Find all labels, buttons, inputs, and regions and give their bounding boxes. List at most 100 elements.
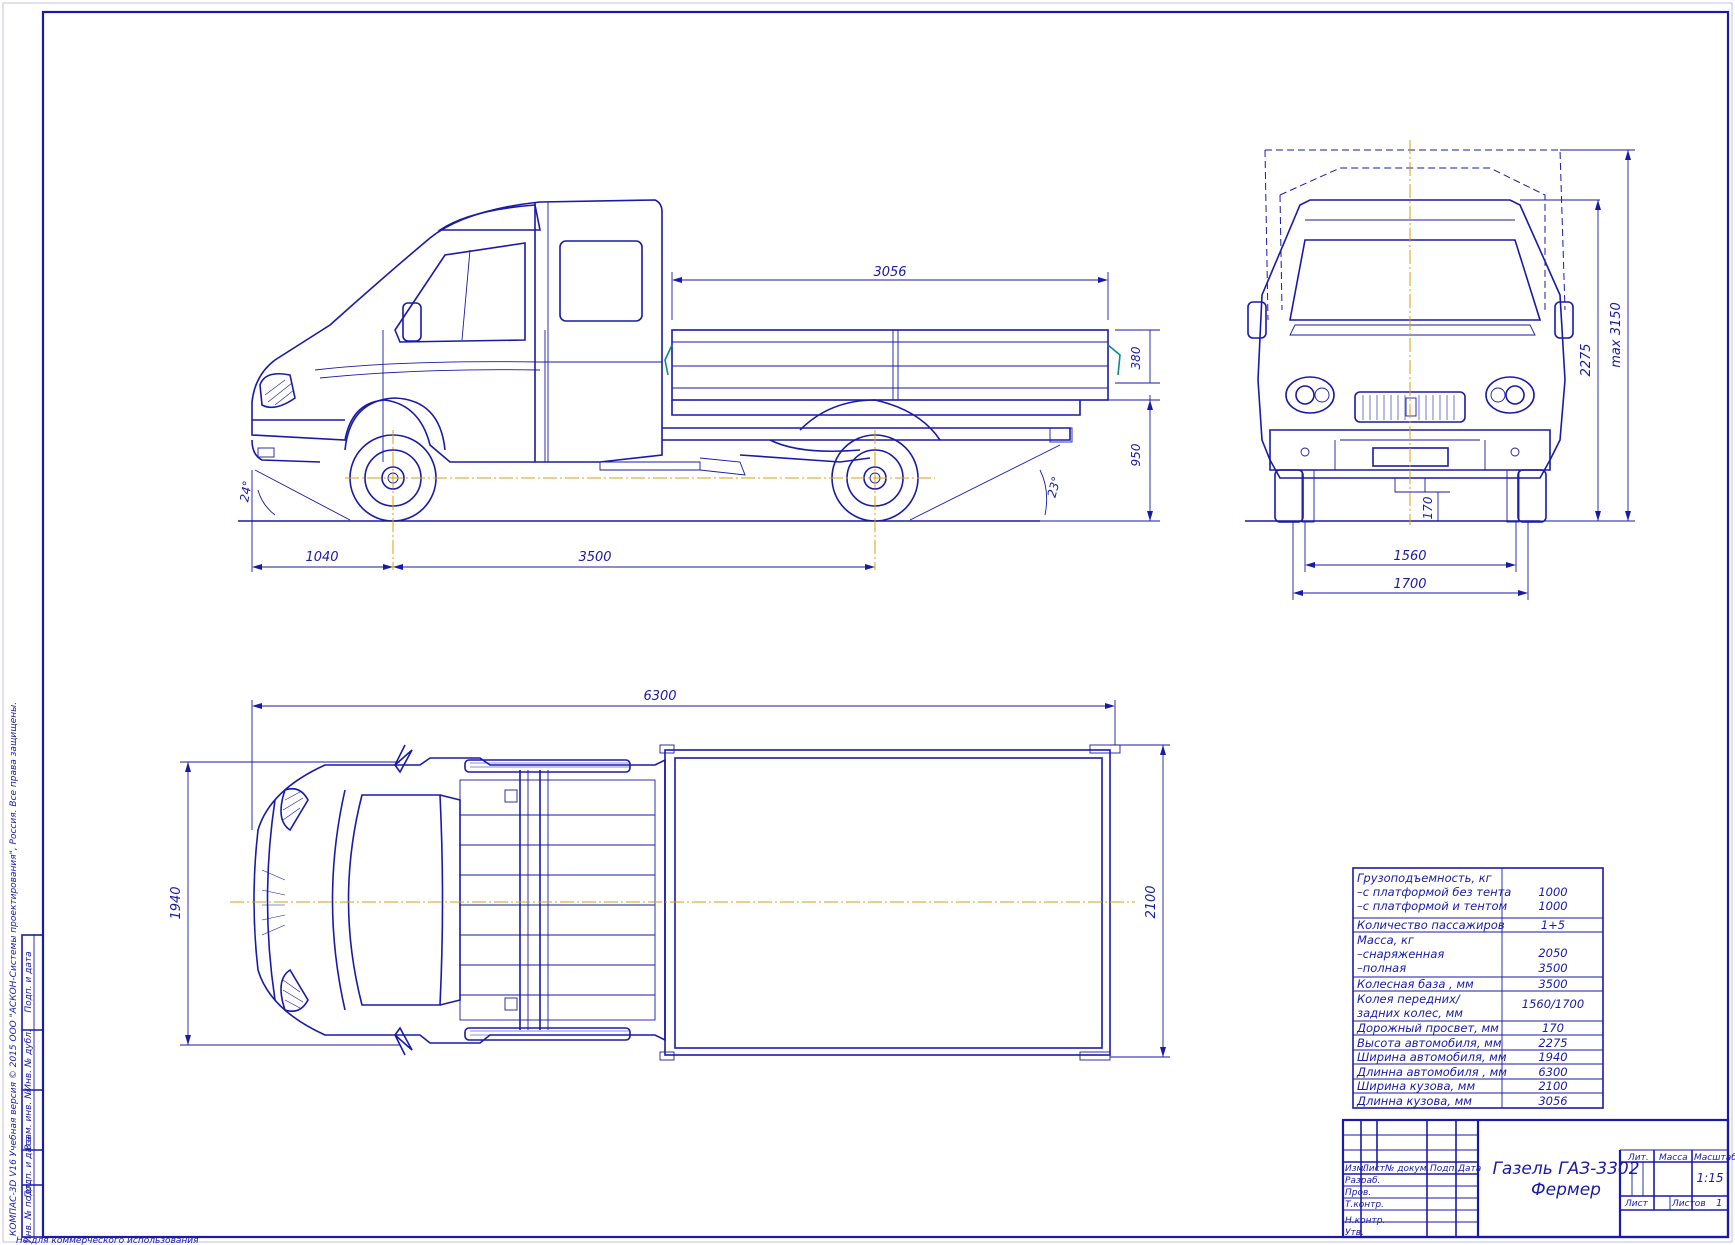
- spec-row-14-label: Ширина кузова, мм: [1357, 1079, 1475, 1093]
- side-view: 3056 380 950 1040 3500 24° 23°: [237, 199, 1160, 572]
- top-dim-width-text: 1940: [169, 886, 184, 919]
- tb-masshtab: Масштаб: [1694, 1153, 1735, 1163]
- margin-inv-dubl: Инв. № дубл.: [24, 1029, 34, 1091]
- top-cab-rear-section: [459, 779, 656, 1021]
- side-rear-fender: [799, 399, 941, 441]
- front-dim-max-height: max 3150: [1540, 149, 1635, 522]
- top-dim-total-length: 6300: [251, 689, 1116, 830]
- spec-row-3-value: 1+5: [1541, 918, 1565, 932]
- side-dim-platform-length-text: 3056: [873, 265, 906, 280]
- side-dim-floor-height: 950: [1040, 395, 1160, 522]
- side-fog-light: [257, 447, 275, 458]
- specs-table: Грузоподъемность, кг –с платформой без т…: [1352, 867, 1604, 1109]
- spec-row-1-value: 1000: [1538, 885, 1567, 899]
- top-headlight-hatch-right: [282, 979, 304, 1009]
- front-mirror-right: [1554, 301, 1574, 339]
- tb-row-razrab: Разраб.: [1345, 1176, 1380, 1186]
- front-headlight-right: [1485, 376, 1535, 414]
- tb-listov: Листов: [1671, 1199, 1706, 1209]
- tb-row-utv: Утв.: [1345, 1228, 1364, 1238]
- spec-row-3-label: Количество пассажиров: [1357, 918, 1505, 932]
- side-headlight: [259, 372, 296, 409]
- spec-row-12-value: 1940: [1538, 1050, 1567, 1064]
- margin-not-commercial: Не для коммерческого использования: [16, 1236, 199, 1245]
- top-step-left: [464, 759, 631, 773]
- top-platform-front-post-l: [659, 744, 675, 754]
- side-front-window: [394, 242, 526, 343]
- top-cab-slats: [460, 814, 655, 996]
- tb-col-doc: № докум.: [1384, 1164, 1429, 1174]
- tb-row-prov: Пров.: [1345, 1188, 1371, 1198]
- spec-row-6-label: –полная: [1357, 961, 1406, 975]
- spec-row-15-value: 3056: [1538, 1094, 1567, 1108]
- side-door-line: [382, 330, 546, 462]
- side-dim-platform-length: 3056: [671, 265, 1109, 320]
- front-dim-track-rear-text: 1700: [1393, 577, 1426, 592]
- front-view: max 3150 2275 170 1560 1700: [1245, 140, 1635, 600]
- tb-row-nkontr: Н.контр.: [1345, 1216, 1385, 1226]
- front-wiper-area: [1289, 324, 1536, 336]
- front-dim-clearance: 170: [1395, 491, 1450, 521]
- side-dim-side-height-text: 380: [1129, 346, 1143, 369]
- side-frame: [662, 427, 1071, 441]
- spec-row-6-value: 3500: [1538, 961, 1567, 975]
- margin-podp-data-top: Подп. и дата: [24, 951, 34, 1012]
- margin-stamp: Подп. и дата Инв. № дубл. Взам. инв. № П…: [21, 934, 44, 1243]
- spec-row-0-label: Грузоподъемность, кг: [1357, 871, 1493, 885]
- top-mirror-right: [393, 1026, 413, 1056]
- side-rear-window: [559, 240, 643, 322]
- front-emblem: [1405, 397, 1417, 417]
- side-window-divider: [461, 249, 471, 341]
- side-belt-line-2: [319, 369, 541, 379]
- side-angle-arc-front: [257, 489, 276, 516]
- spec-row-4-label: Масса, кг: [1357, 933, 1415, 947]
- side-platform: [671, 329, 1109, 401]
- side-dim-floor-height-text: 950: [1129, 443, 1143, 466]
- top-platform-front-post-r: [659, 1051, 675, 1061]
- spec-row-5-label: –снаряженная: [1357, 947, 1444, 961]
- tb-title-line2: Фермер: [1531, 1180, 1601, 1200]
- spec-row-14-value: 2100: [1538, 1079, 1567, 1093]
- spec-row-11-value: 2275: [1538, 1036, 1567, 1050]
- spec-row-2-value: 1000: [1538, 899, 1567, 913]
- side-front-wheel: [344, 397, 446, 522]
- tb-row-tkontr: Т.контр.: [1345, 1200, 1384, 1210]
- side-platform-base: [671, 400, 1081, 416]
- top-front-fascia: [266, 799, 276, 1001]
- tb-listov-value: 1: [1716, 1198, 1722, 1209]
- top-hinge-right: [504, 997, 518, 1011]
- spec-row-15-label: Длинна кузова, мм: [1356, 1094, 1472, 1108]
- top-dim-body-width: 2100: [1110, 744, 1170, 1058]
- front-dim-height: 2275: [1579, 200, 1601, 521]
- margin-copyright: КОМПАС-3D V16 Учебная версия © 2015 ООО …: [9, 702, 19, 1236]
- front-windshield: [1289, 239, 1542, 321]
- side-angle-rear-text: 23°: [1045, 475, 1064, 499]
- top-dim-width: 1940: [169, 761, 400, 1046]
- spec-row-9-label: задних колес, мм: [1357, 1006, 1463, 1020]
- top-step-right: [464, 1027, 631, 1041]
- tb-title-line1: Газель ГАЗ-3302: [1492, 1159, 1639, 1179]
- front-tent-outline: [1264, 149, 1566, 321]
- spec-row-10-value: 170: [1542, 1021, 1564, 1035]
- tb-lit: Лит.: [1627, 1153, 1649, 1163]
- spec-row-10-label: Дорожный просвет, мм: [1356, 1021, 1499, 1035]
- side-mirror: [402, 302, 422, 342]
- side-roof-spoiler: [437, 204, 541, 231]
- spec-row-7-label: Колесная база , мм: [1357, 977, 1474, 991]
- spec-row-12-label: Ширина автомобиля, мм: [1357, 1050, 1507, 1064]
- front-dim-max-height-text: max 3150: [1609, 302, 1624, 368]
- side-dim-front-overhang-text: 1040: [305, 550, 338, 565]
- spec-row-11-label: Высота автомобиля, мм: [1357, 1036, 1502, 1050]
- side-belt-line: [314, 361, 662, 371]
- top-platform-rear-post-r: [1079, 1051, 1111, 1061]
- side-dim-wheelbase-text: 3500: [578, 550, 611, 565]
- spec-row-8-label: Колея передних/: [1357, 992, 1461, 1006]
- margin-inv-podl: Инв. № подл.: [24, 1181, 34, 1243]
- drawing-sheet: 3056 380 950 1040 3500 24° 23° max 3150 …: [2, 2, 1735, 1245]
- side-cab-body: [251, 199, 663, 463]
- front-fog-right: [1510, 447, 1520, 457]
- front-mirror-left: [1247, 301, 1267, 339]
- tb-massa: Масса: [1659, 1153, 1688, 1163]
- top-view: 6300 1940 2100: [169, 689, 1170, 1061]
- front-dim-track-front: 1560: [1304, 522, 1517, 572]
